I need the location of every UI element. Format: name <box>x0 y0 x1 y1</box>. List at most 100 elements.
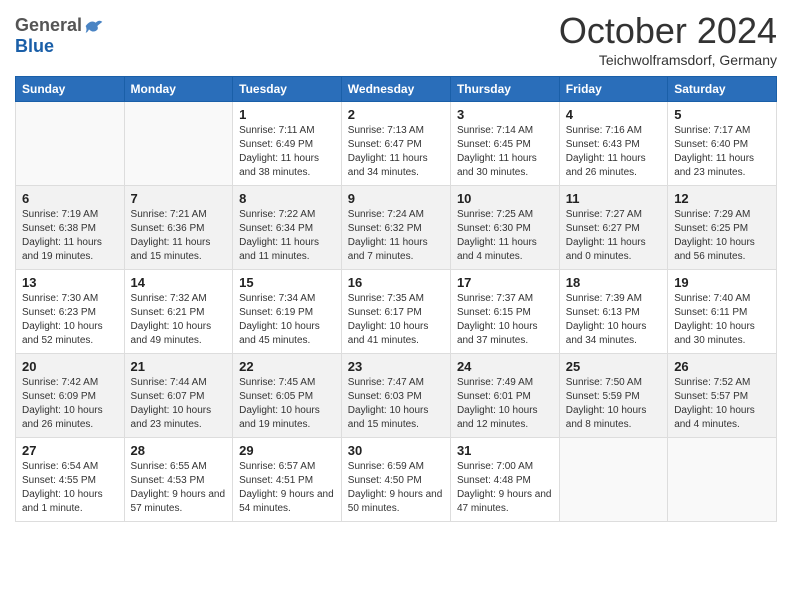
day-detail: Sunrise: 7:22 AM Sunset: 6:34 PM Dayligh… <box>239 208 335 264</box>
day-number: 3 <box>457 107 553 122</box>
calendar-day-cell: 1Sunrise: 7:11 AM Sunset: 6:49 PM Daylig… <box>233 102 342 186</box>
calendar-day-cell: 29Sunrise: 6:57 AM Sunset: 4:51 PM Dayli… <box>233 438 342 522</box>
location-subtitle: Teichwolframsdorf, Germany <box>559 52 777 68</box>
calendar-day-cell: 26Sunrise: 7:52 AM Sunset: 5:57 PM Dayli… <box>668 354 777 438</box>
day-number: 30 <box>348 443 444 458</box>
day-detail: Sunrise: 7:40 AM Sunset: 6:11 PM Dayligh… <box>674 292 770 348</box>
day-number: 7 <box>131 191 227 206</box>
day-detail: Sunrise: 7:24 AM Sunset: 6:32 PM Dayligh… <box>348 208 444 264</box>
day-number: 5 <box>674 107 770 122</box>
day-detail: Sunrise: 7:32 AM Sunset: 6:21 PM Dayligh… <box>131 292 227 348</box>
calendar-day-cell: 22Sunrise: 7:45 AM Sunset: 6:05 PM Dayli… <box>233 354 342 438</box>
day-number: 22 <box>239 359 335 374</box>
calendar-day-cell: 5 Sunrise: 7:17 AM Sunset: 6:40 PM Daylig… <box>668 102 777 186</box>
day-detail: Sunrise: 7:16 AM Sunset: 6:43 PM Dayligh… <box>566 124 661 180</box>
day-number: 14 <box>131 275 227 290</box>
weekday-header-friday: Friday <box>559 77 667 102</box>
calendar-day-cell <box>16 102 125 186</box>
calendar-day-cell: 6Sunrise: 7:19 AM Sunset: 6:38 PM Daylig… <box>16 186 125 270</box>
calendar-table: SundayMondayTuesdayWednesdayThursdayFrid… <box>15 76 777 522</box>
calendar-day-cell: 14 Sunrise: 7:32 AM Sunset: 6:21 PM Dayli… <box>124 270 233 354</box>
day-detail: Sunrise: 7:00 AM Sunset: 4:48 PM Dayligh… <box>457 460 553 516</box>
day-number: 24 <box>457 359 553 374</box>
page-header: General Blue October 2024 Teichwolframsd… <box>15 10 777 68</box>
calendar-day-cell: 18 Sunrise: 7:39 AM Sunset: 6:13 PM Dayli… <box>559 270 667 354</box>
day-number: 10 <box>457 191 553 206</box>
day-detail: Sunrise: 7:21 AM Sunset: 6:36 PM Dayligh… <box>131 208 227 264</box>
day-detail: Sunrise: 7:35 AM Sunset: 6:17 PM Dayligh… <box>348 292 444 348</box>
calendar-day-cell: 7 Sunrise: 7:21 AM Sunset: 6:36 PM Daylig… <box>124 186 233 270</box>
day-number: 6 <box>22 191 118 206</box>
day-detail: Sunrise: 7:47 AM Sunset: 6:03 PM Dayligh… <box>348 376 444 432</box>
day-detail: Sunrise: 7:52 AM Sunset: 5:57 PM Dayligh… <box>674 376 770 432</box>
weekday-header-saturday: Saturday <box>668 77 777 102</box>
calendar-day-cell: 8 Sunrise: 7:22 AM Sunset: 6:34 PM Daylig… <box>233 186 342 270</box>
day-detail: Sunrise: 7:50 AM Sunset: 5:59 PM Dayligh… <box>566 376 661 432</box>
calendar-day-cell: 4 Sunrise: 7:16 AM Sunset: 6:43 PM Daylig… <box>559 102 667 186</box>
calendar-day-cell: 30 Sunrise: 6:59 AM Sunset: 4:50 PM Dayli… <box>341 438 450 522</box>
day-detail: Sunrise: 7:39 AM Sunset: 6:13 PM Dayligh… <box>566 292 661 348</box>
day-number: 28 <box>131 443 227 458</box>
weekday-header-thursday: Thursday <box>450 77 559 102</box>
calendar-day-cell <box>124 102 233 186</box>
day-number: 9 <box>348 191 444 206</box>
calendar-day-cell: 28Sunrise: 6:55 AM Sunset: 4:53 PM Dayli… <box>124 438 233 522</box>
day-detail: Sunrise: 7:13 AM Sunset: 6:47 PM Dayligh… <box>348 124 444 180</box>
calendar-day-cell: 25 Sunrise: 7:50 AM Sunset: 5:59 PM Dayli… <box>559 354 667 438</box>
calendar-week-row: 20Sunrise: 7:42 AM Sunset: 6:09 PM Dayli… <box>16 354 777 438</box>
calendar-day-cell: 23 Sunrise: 7:47 AM Sunset: 6:03 PM Dayli… <box>341 354 450 438</box>
day-number: 18 <box>566 275 661 290</box>
day-detail: Sunrise: 7:25 AM Sunset: 6:30 PM Dayligh… <box>457 208 553 264</box>
day-detail: Sunrise: 7:34 AM Sunset: 6:19 PM Dayligh… <box>239 292 335 348</box>
calendar-day-cell: 24 Sunrise: 7:49 AM Sunset: 6:01 PM Dayli… <box>450 354 559 438</box>
calendar-day-cell: 10 Sunrise: 7:25 AM Sunset: 6:30 PM Dayli… <box>450 186 559 270</box>
day-detail: Sunrise: 7:11 AM Sunset: 6:49 PM Dayligh… <box>239 124 335 180</box>
day-number: 23 <box>348 359 444 374</box>
calendar-day-cell: 2Sunrise: 7:13 AM Sunset: 6:47 PM Daylig… <box>341 102 450 186</box>
calendar-week-row: 1Sunrise: 7:11 AM Sunset: 6:49 PM Daylig… <box>16 102 777 186</box>
calendar-day-cell: 21 Sunrise: 7:44 AM Sunset: 6:07 PM Dayli… <box>124 354 233 438</box>
calendar-day-cell: 20Sunrise: 7:42 AM Sunset: 6:09 PM Dayli… <box>16 354 125 438</box>
day-number: 31 <box>457 443 553 458</box>
day-number: 19 <box>674 275 770 290</box>
logo-blue-text: Blue <box>15 36 54 57</box>
weekday-header-wednesday: Wednesday <box>341 77 450 102</box>
day-number: 4 <box>566 107 661 122</box>
calendar-day-cell: 17Sunrise: 7:37 AM Sunset: 6:15 PM Dayli… <box>450 270 559 354</box>
day-detail: Sunrise: 7:17 AM Sunset: 6:40 PM Dayligh… <box>674 124 770 180</box>
day-number: 17 <box>457 275 553 290</box>
weekday-header-tuesday: Tuesday <box>233 77 342 102</box>
day-detail: Sunrise: 7:29 AM Sunset: 6:25 PM Dayligh… <box>674 208 770 264</box>
weekday-header-monday: Monday <box>124 77 233 102</box>
calendar-day-cell <box>559 438 667 522</box>
logo: General Blue <box>15 15 104 57</box>
day-detail: Sunrise: 7:49 AM Sunset: 6:01 PM Dayligh… <box>457 376 553 432</box>
calendar-week-row: 13 Sunrise: 7:30 AM Sunset: 6:23 PM Dayli… <box>16 270 777 354</box>
day-detail: Sunrise: 6:54 AM Sunset: 4:55 PM Dayligh… <box>22 460 118 516</box>
weekday-header-row: SundayMondayTuesdayWednesdayThursdayFrid… <box>16 77 777 102</box>
day-detail: Sunrise: 6:59 AM Sunset: 4:50 PM Dayligh… <box>348 460 444 516</box>
calendar-day-cell <box>668 438 777 522</box>
day-number: 27 <box>22 443 118 458</box>
logo-general-text: General <box>15 15 82 36</box>
weekday-header-sunday: Sunday <box>16 77 125 102</box>
calendar-day-cell: 3 Sunrise: 7:14 AM Sunset: 6:45 PM Daylig… <box>450 102 559 186</box>
day-detail: Sunrise: 7:30 AM Sunset: 6:23 PM Dayligh… <box>22 292 118 348</box>
day-number: 8 <box>239 191 335 206</box>
day-number: 13 <box>22 275 118 290</box>
month-title: October 2024 <box>559 10 777 52</box>
calendar-day-cell: 12Sunrise: 7:29 AM Sunset: 6:25 PM Dayli… <box>668 186 777 270</box>
day-number: 25 <box>566 359 661 374</box>
calendar-day-cell: 15Sunrise: 7:34 AM Sunset: 6:19 PM Dayli… <box>233 270 342 354</box>
day-detail: Sunrise: 7:44 AM Sunset: 6:07 PM Dayligh… <box>131 376 227 432</box>
calendar-week-row: 27 Sunrise: 6:54 AM Sunset: 4:55 PM Dayli… <box>16 438 777 522</box>
day-detail: Sunrise: 7:14 AM Sunset: 6:45 PM Dayligh… <box>457 124 553 180</box>
calendar-week-row: 6Sunrise: 7:19 AM Sunset: 6:38 PM Daylig… <box>16 186 777 270</box>
day-number: 29 <box>239 443 335 458</box>
calendar-day-cell: 31 Sunrise: 7:00 AM Sunset: 4:48 PM Dayli… <box>450 438 559 522</box>
calendar-day-cell: 13 Sunrise: 7:30 AM Sunset: 6:23 PM Dayli… <box>16 270 125 354</box>
day-number: 21 <box>131 359 227 374</box>
calendar-day-cell: 19 Sunrise: 7:40 AM Sunset: 6:11 PM Dayli… <box>668 270 777 354</box>
day-number: 20 <box>22 359 118 374</box>
calendar-day-cell: 9 Sunrise: 7:24 AM Sunset: 6:32 PM Daylig… <box>341 186 450 270</box>
